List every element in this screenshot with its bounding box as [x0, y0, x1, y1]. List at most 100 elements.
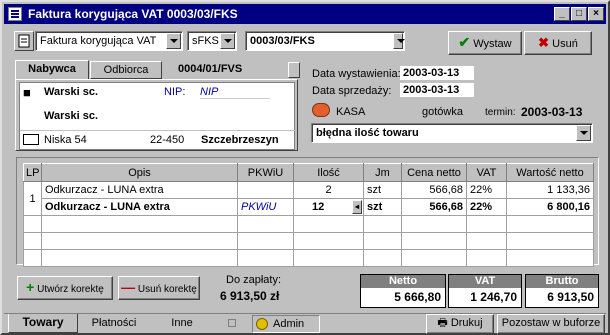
col-lp[interactable]: LP [23, 163, 42, 182]
net-total-label: Netto [361, 275, 445, 288]
row-pkwiu[interactable] [237, 181, 294, 199]
table-row[interactable]: Odkurzacz - LUNA extra PKWiU 12 ◂ szt 56… [24, 198, 594, 216]
buyer-name[interactable]: Warski sc. [44, 86, 98, 98]
row-net-value[interactable]: 6 800,16 [506, 198, 594, 216]
chevron-left-icon[interactable]: ◂ [352, 200, 362, 214]
invoice-reference-value: 0004/01/FVS [178, 63, 243, 75]
chevron-right-icon[interactable] [288, 62, 300, 78]
cancel-button[interactable]: ✖ Usuń [524, 31, 592, 55]
status-indicator [228, 319, 236, 327]
nip-label: NIP: [164, 86, 186, 98]
issue-button-label: Wystaw [473, 38, 512, 50]
delete-correction-label: Usuń korektę [137, 284, 197, 295]
tab-buyer[interactable]: Nabywca [15, 60, 89, 80]
row-quantity-editor[interactable]: 12 ◂ [293, 198, 364, 216]
gross-total-label: Brutto [526, 275, 598, 288]
row-lp: 1 [23, 181, 42, 216]
invoice-reference[interactable]: 0004/01/FVS [174, 62, 300, 78]
printer-icon: 🖶 [437, 317, 448, 329]
user-status: Admin [252, 315, 320, 333]
net-total-box: Netto 5 666,80 [360, 274, 446, 308]
row-description[interactable]: Odkurzacz - LUNA extra [41, 181, 238, 199]
gross-total-value: 6 913,50 [547, 290, 594, 304]
row-unit[interactable]: szt [363, 181, 402, 199]
col-ilosc[interactable]: Ilość [293, 163, 364, 182]
chevron-right-icon[interactable] [393, 33, 405, 49]
chevron-down-icon[interactable] [220, 33, 235, 49]
notepad-icon [18, 34, 30, 48]
payment-method[interactable]: gotówka [422, 106, 463, 118]
row-vat[interactable]: 22% [466, 181, 507, 199]
row-quantity[interactable]: 2 [293, 181, 364, 199]
col-cena-netto[interactable]: Cena netto [401, 163, 467, 182]
tab-goods-label: Towary [22, 315, 64, 329]
row-unit[interactable]: szt [363, 198, 402, 216]
tab-receiver[interactable]: Odbiorca [90, 61, 162, 79]
minimize-button[interactable]: _ [554, 7, 570, 21]
tab-payments[interactable]: Płatności [80, 315, 148, 333]
tab-receiver-label: Odbiorca [103, 64, 149, 76]
print-button[interactable]: 🖶 Drukuj [426, 314, 494, 334]
cash-register-icon[interactable] [312, 103, 330, 117]
document-list-button[interactable] [14, 31, 34, 51]
invoice-window: Faktura korygująca VAT 0003/03/FKS _ □ ×… [0, 0, 610, 335]
sale-date-field[interactable]: 2003-03-13 [400, 83, 474, 97]
address-icon [23, 134, 39, 145]
document-number-value: 0003/03/FKS [250, 35, 315, 47]
print-button-label: Drukuj [450, 317, 483, 329]
row-quantity[interactable]: 12 [312, 201, 324, 213]
col-opis[interactable]: Opis [41, 163, 238, 182]
net-total-value: 5 666,80 [394, 290, 441, 304]
tab-other[interactable]: Inne [150, 315, 214, 333]
document-icon [8, 7, 22, 21]
row-net-price[interactable]: 566,68 [401, 198, 467, 216]
to-pay-value: 6 913,50 zł [220, 289, 280, 303]
row-description[interactable]: Odkurzacz - LUNA extra [41, 198, 238, 216]
issue-button[interactable]: ✔ Wystaw [448, 31, 522, 55]
vat-total-box: VAT 1 246,70 [448, 274, 522, 308]
tab-payments-label: Płatności [91, 317, 137, 329]
document-number-field[interactable]: 0003/03/FKS [245, 31, 405, 51]
table-row[interactable]: 1 Odkurzacz - LUNA extra 2 szt 566,68 22… [23, 181, 594, 216]
sale-date-label: Data sprzedaży: [312, 85, 392, 97]
col-wartosc-netto[interactable]: Wartość netto [506, 163, 594, 182]
create-correction-button[interactable]: + Utwórz korektę [17, 276, 113, 300]
due-date-field[interactable]: 2003-03-13 [521, 105, 582, 119]
city[interactable]: Szczebrzeszyn [201, 134, 279, 146]
vat-total-value: 1 246,70 [470, 290, 517, 304]
tab-goods[interactable]: Towary [8, 314, 78, 333]
buyer-name-full[interactable]: Warski sc. [44, 110, 98, 122]
gross-total-box: Brutto 6 913,50 [525, 274, 599, 308]
chevron-down-icon[interactable] [166, 33, 181, 49]
maximize-button[interactable]: □ [571, 7, 587, 21]
plus-icon: + [26, 279, 35, 295]
document-type-select[interactable]: Faktura korygująca VAT [35, 31, 183, 51]
row-net-price[interactable]: 566,68 [401, 181, 467, 199]
tab-other-label: Inne [171, 317, 193, 329]
row-pkwiu[interactable]: PKWiU [237, 198, 294, 216]
series-select[interactable]: sFKS [187, 31, 237, 51]
payment-form[interactable]: KASA [336, 106, 365, 118]
save-to-buffer-button[interactable]: Pozostaw w buforze [497, 314, 605, 334]
correction-reason-value: błędna ilość towaru [316, 127, 419, 139]
col-vat[interactable]: VAT [466, 163, 507, 182]
row-net-value[interactable]: 1 133,36 [506, 181, 594, 199]
chevron-down-icon[interactable] [576, 125, 591, 141]
document-type-value: Faktura korygująca VAT [40, 35, 157, 47]
checkmark-icon: ✔ [458, 34, 471, 50]
zip-code[interactable]: 22-450 [150, 134, 184, 146]
empty-row [23, 232, 594, 250]
row-vat[interactable]: 22% [466, 198, 507, 216]
correction-reason-select[interactable]: błędna ilość towaru [311, 123, 593, 143]
col-jm[interactable]: Jm [363, 163, 402, 182]
nip-field[interactable]: NIP [200, 86, 270, 99]
close-button[interactable]: × [588, 7, 604, 21]
col-pkwiu[interactable]: PKWiU [237, 163, 294, 182]
minus-icon: — [121, 279, 136, 295]
table-header: LP Opis PKWiU Ilość Jm Cena netto VAT Wa… [23, 163, 594, 182]
delete-correction-button[interactable]: — Usuń korektę [118, 276, 200, 300]
street[interactable]: Niska 54 [44, 134, 87, 146]
issue-date-field[interactable]: 2003-03-13 [400, 66, 474, 80]
user-name: Admin [273, 318, 305, 330]
tab-buyer-label: Nabywca [28, 63, 76, 75]
